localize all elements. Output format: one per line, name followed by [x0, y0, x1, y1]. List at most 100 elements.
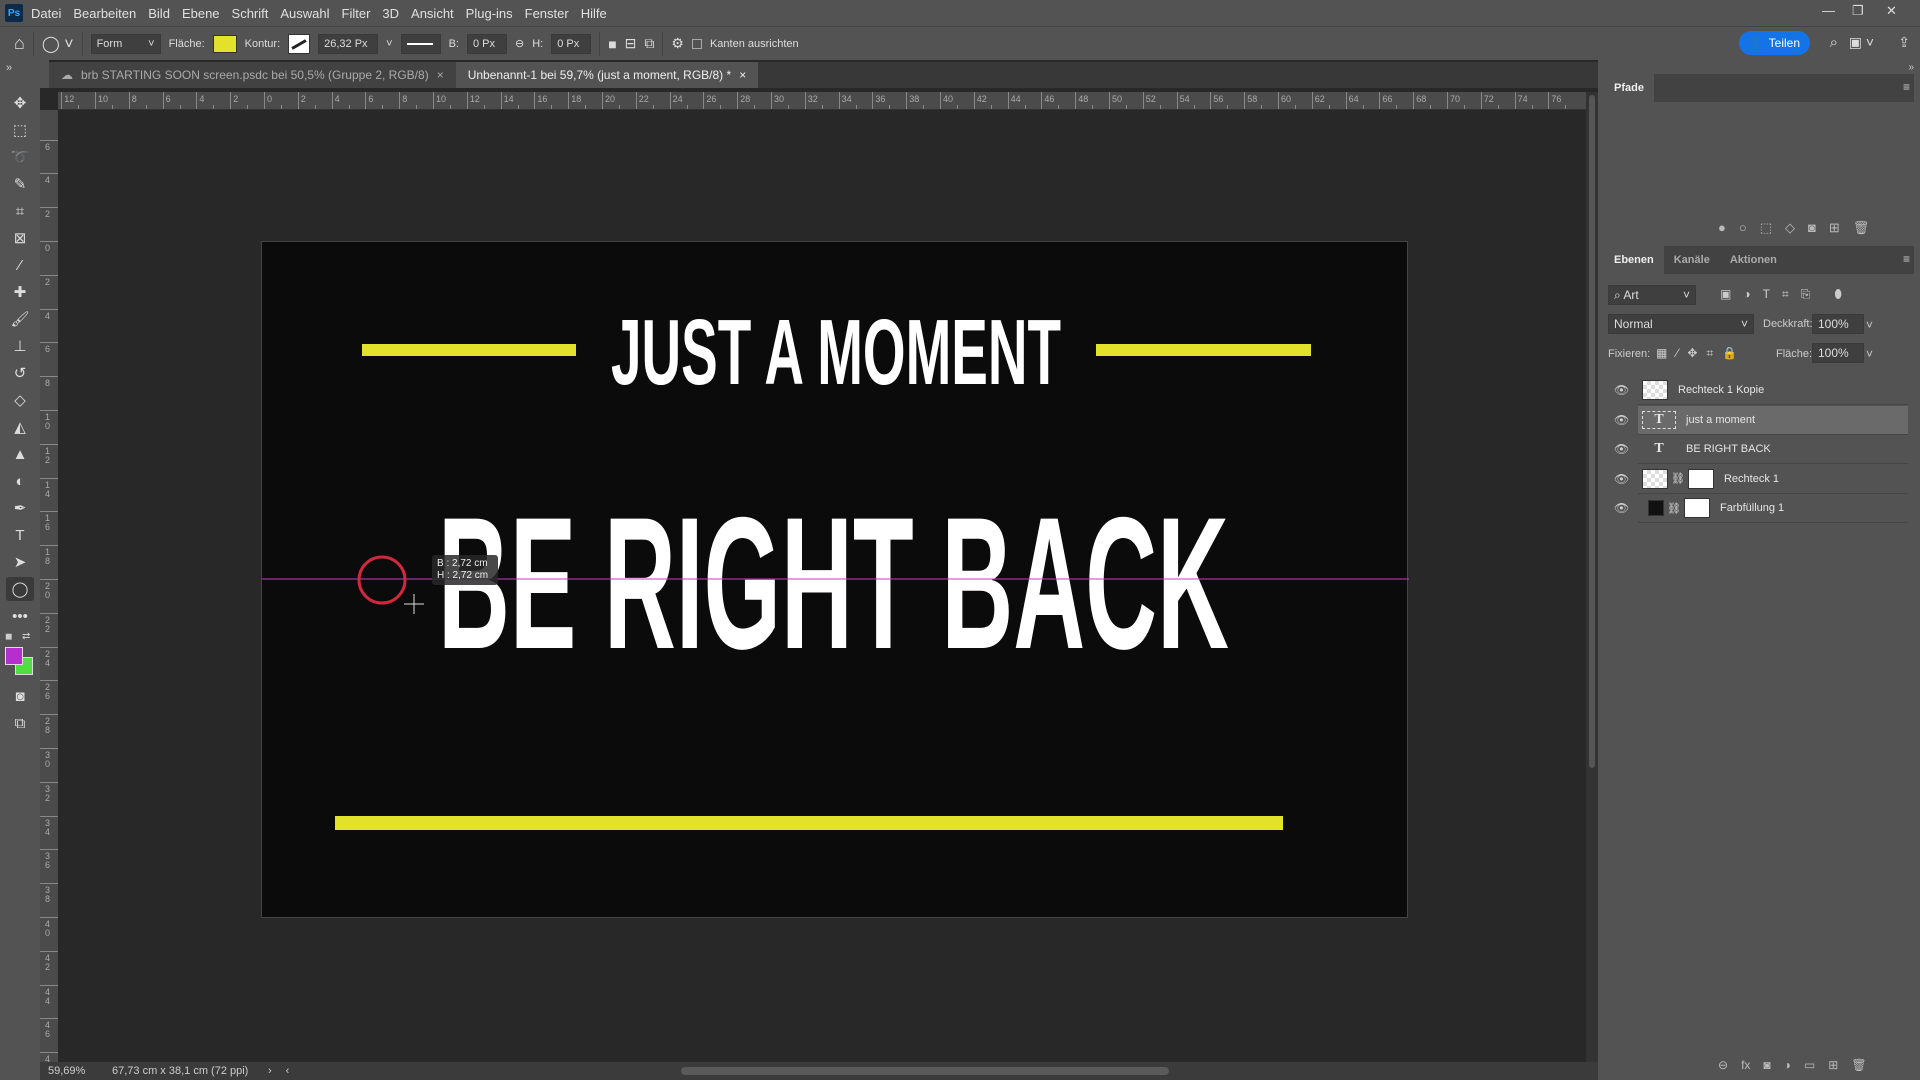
menu-hilfe[interactable]: Hilfe [581, 6, 607, 21]
scrollbar-thumb[interactable] [1588, 94, 1596, 769]
blur-tool-icon[interactable]: ▲ [6, 442, 34, 466]
history-brush-tool-icon[interactable]: ↺ [6, 361, 34, 385]
foreground-color-swatch[interactable] [5, 647, 23, 665]
healing-brush-tool-icon[interactable]: ✚ [6, 280, 34, 304]
panel-menu-icon[interactable]: ≡ [1903, 80, 1910, 94]
move-tool-icon[interactable]: ✥ [6, 91, 34, 115]
close-icon[interactable]: ✕ [1886, 3, 1897, 19]
fill-color-swatch[interactable] [212, 34, 237, 53]
visibility-eye-icon[interactable]: 👁 [1614, 413, 1629, 427]
opacity-input[interactable]: 100% [1812, 314, 1864, 334]
lock-pixels-icon[interactable]: ⁄ [1676, 346, 1678, 361]
trash-icon[interactable]: 🗑 [1853, 220, 1870, 236]
chevron-down-icon[interactable]: ˅ [1866, 318, 1873, 332]
restore-icon[interactable]: ❐ [1852, 3, 1864, 19]
search-icon[interactable]: ⌕ [1830, 34, 1838, 51]
new-group-icon[interactable]: ▭ [1804, 1058, 1815, 1072]
vertical-scrollbar[interactable] [1586, 92, 1598, 1062]
more-tools-icon[interactable]: ••• [6, 604, 34, 628]
stroke-type-select[interactable] [400, 33, 441, 54]
document-canvas[interactable]: JUST A MOMENT BE RIGHT BACK B : 2,72 cm … [261, 241, 1409, 918]
link-layers-icon[interactable]: ⊖ [1718, 1058, 1728, 1072]
zoom-level[interactable]: 59,69% [40, 1065, 98, 1077]
scroll-left-icon[interactable]: ‹ [286, 1065, 290, 1077]
type-tool-icon[interactable]: T [6, 523, 34, 547]
visibility-eye-icon[interactable]: 👁 [1614, 383, 1629, 397]
menu-plugins[interactable]: Plug-ins [466, 6, 513, 21]
chevron-down-icon[interactable]: ˅ [1866, 347, 1873, 361]
fx-icon[interactable]: fx [1741, 1058, 1750, 1072]
lock-artboard-icon[interactable]: ⌗ [1706, 346, 1713, 361]
gear-icon[interactable]: ⚙ [671, 35, 684, 52]
layer-row[interactable]: Rechteck 1 Kopie [1638, 376, 1908, 405]
adjustment-layer-icon[interactable]: ◑ [1784, 1058, 1791, 1072]
gradient-tool-icon[interactable]: ◭ [6, 415, 34, 439]
add-mask-icon[interactable]: ◙ [1808, 220, 1816, 236]
screen-mode-icon[interactable]: ⧉ [6, 711, 34, 735]
lock-position-icon[interactable]: ✥ [1687, 346, 1697, 361]
eyedropper-tool-icon[interactable]: ⁄ [6, 253, 34, 277]
work-path-icon[interactable]: ◇ [1785, 220, 1795, 236]
vertical-ruler[interactable]: 6 4 2 0 2 4 6 8 10 12 14 16 18 20 22 24 26 28 30 32 34 36 38 40… [40, 110, 58, 1062]
layers-menu-icon[interactable]: ≡ [1903, 252, 1910, 266]
stamp-tool-icon[interactable]: ⊥ [6, 334, 34, 358]
height-input[interactable]: 0 Px [551, 33, 592, 54]
horizontal-scrollbar-thumb[interactable] [681, 1067, 1169, 1075]
tab-aktionen[interactable]: Aktionen [1720, 246, 1787, 274]
blend-mode-select[interactable]: Normal ˅ [1608, 314, 1754, 334]
home-icon[interactable]: ⌂ [14, 33, 25, 54]
swap-colors-icon[interactable]: ⇄ [22, 631, 30, 642]
path-selection-tool-icon[interactable]: ➤ [6, 550, 34, 574]
path-arrangement-icon[interactable]: ⧉ [644, 35, 654, 52]
new-layer-icon[interactable]: ⊞ [1828, 1058, 1838, 1072]
tab-pfade[interactable]: Pfade [1604, 74, 1654, 102]
crop-tool-icon[interactable]: ⌗ [6, 199, 34, 223]
layer-row[interactable]: T BE RIGHT BACK [1638, 435, 1908, 464]
quick-selection-tool-icon[interactable]: ✎ [6, 172, 34, 196]
export-icon[interactable]: ⇪ [1898, 34, 1910, 51]
close-tab-icon[interactable]: × [437, 68, 444, 82]
width-input[interactable]: 0 Px [466, 33, 507, 54]
layer-row[interactable]: Tjust a moment [1638, 405, 1908, 435]
filter-toggle-icon[interactable]: ⬮ [1834, 287, 1842, 302]
tab-brb-starting-soon[interactable]: ☁ brb STARTING SOON screen.psdc bei 50,5%… [49, 62, 456, 88]
marquee-tool-icon[interactable]: ⬚ [6, 118, 34, 142]
lasso-tool-icon[interactable]: ➰ [6, 145, 34, 169]
eraser-tool-icon[interactable]: ◇ [6, 388, 34, 412]
lock-all-icon[interactable]: 🔒 [1722, 346, 1737, 361]
chevron-right-icon[interactable]: › [268, 1065, 272, 1077]
horizontal-ruler[interactable]: 12 10 8 6 4 2 0 2 4 6 8 10 12 14 16 18 20 22 24 26 28 30 32 34 3… [58, 92, 1586, 110]
smart-object-filter-icon[interactable]: ⎘ [1801, 287, 1811, 302]
layer-row[interactable]: ⛓ Rechteck 1 [1638, 465, 1908, 494]
shape-filter-icon[interactable]: ⌗ [1782, 287, 1789, 302]
fill-input[interactable]: 100% [1812, 343, 1864, 363]
close-tab-icon[interactable]: × [739, 68, 746, 82]
fill-path-icon[interactable]: ● [1718, 220, 1726, 236]
ellipse-tool-preset-icon[interactable]: ◯ ˅ [42, 34, 74, 54]
quick-mask-icon[interactable]: ◙ [6, 684, 34, 708]
link-icon[interactable]: ⊖ [515, 37, 524, 50]
menu-ebene[interactable]: Ebene [182, 6, 220, 21]
pen-tool-icon[interactable]: ✒ [6, 496, 34, 520]
toolbar-collapse[interactable]: » [0, 60, 49, 88]
ellipse-tool-icon[interactable]: ◯ [6, 577, 34, 601]
brush-tool-icon[interactable]: 🖌 [6, 307, 34, 331]
tab-unbenannt-1[interactable]: Unbenannt-1 bei 59,7% (just a moment, RG… [455, 62, 759, 88]
path-operations-icon[interactable]: ■ [608, 36, 616, 52]
visibility-eye-icon[interactable]: 👁 [1614, 472, 1629, 486]
mode-select[interactable]: Form ˅ [90, 33, 161, 54]
minimize-icon[interactable]: — [1822, 3, 1835, 18]
menu-bild[interactable]: Bild [148, 6, 170, 21]
stroke-path-icon[interactable]: ○ [1739, 220, 1747, 236]
add-mask-icon[interactable]: ◙ [1763, 1058, 1770, 1072]
new-path-icon[interactable]: ⊞ [1829, 220, 1840, 236]
default-colors-icon[interactable]: ◼ [5, 631, 12, 642]
image-filter-icon[interactable]: ▣ [1720, 287, 1731, 302]
layer-row[interactable]: ⛓ Farbfüllung 1 [1638, 494, 1908, 523]
visibility-eye-icon[interactable]: 👁 [1614, 442, 1629, 456]
menu-ansicht[interactable]: Ansicht [411, 6, 454, 21]
collapse-panels-icon[interactable]: » [1908, 62, 1914, 73]
frame-tool-icon[interactable]: ⊠ [6, 226, 34, 250]
ellipse-shape[interactable] [357, 555, 407, 605]
load-selection-icon[interactable]: ⬚ [1760, 220, 1772, 236]
